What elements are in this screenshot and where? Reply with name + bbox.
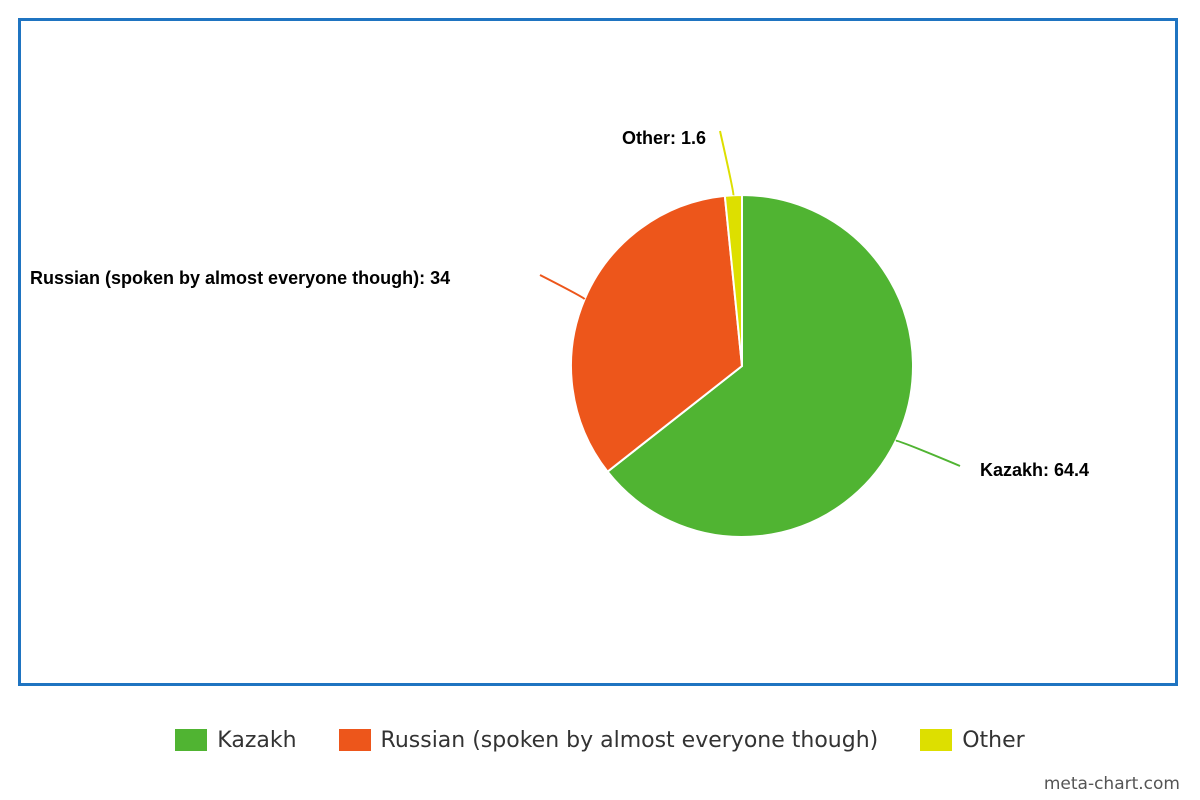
legend-item-other[interactable]: Other [920,727,1025,753]
legend-swatch-russian [338,729,371,751]
legend-label-other: Other [962,727,1025,753]
connector-line-russian [539,274,586,300]
pie-chart: Kazakh: 64.4 Russian (spoken by almost ev… [30,128,1089,538]
connector-line-kazakh [895,439,961,467]
data-label-other: Other: 1.6 [622,128,706,148]
legend-item-kazakh[interactable]: Kazakh [175,727,297,753]
legend-label-kazakh: Kazakh [217,727,297,753]
legend-label-russian: Russian (spoken by almost everyone thoug… [380,727,879,753]
legend-swatch-other [920,729,953,751]
watermark: meta-chart.com [1043,774,1180,794]
legend-item-russian[interactable]: Russian (spoken by almost everyone thoug… [338,727,879,753]
connector-line-other [719,130,735,196]
legend: Kazakh Russian (spoken by almost everyon… [0,722,1200,758]
data-label-russian: Russian (spoken by almost everyone thoug… [30,268,450,288]
data-label-kazakh: Kazakh: 64.4 [980,460,1089,480]
legend-swatch-kazakh [175,729,208,751]
